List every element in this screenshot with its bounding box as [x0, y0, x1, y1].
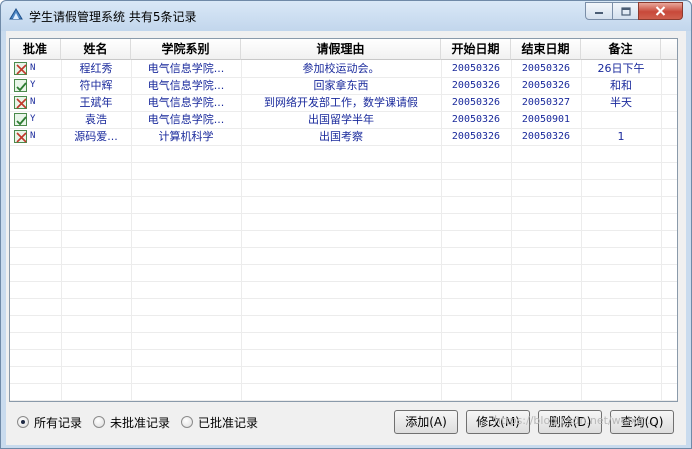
department-cell: 电气信息学院...: [147, 113, 225, 126]
checkbox-rejected-icon[interactable]: [14, 62, 27, 75]
grid-row-line: [10, 213, 677, 214]
reason-cell: 回家拿东西: [313, 79, 369, 92]
table-header: 批准 姓名 学院系别 请假理由 开始日期 结束日期 备注: [10, 39, 677, 60]
name-cell: 王斌年: [79, 96, 113, 109]
approve-status: Y: [30, 114, 36, 124]
grid-row-line: [10, 179, 677, 180]
radio-unselected-icon[interactable]: [93, 416, 105, 428]
approve-cell[interactable]: Y: [10, 77, 61, 94]
grid-row-line: [10, 281, 677, 282]
table-row[interactable]: N 程红秀 电气信息学院... 参加校运动会。 20050326 2005032…: [10, 60, 677, 77]
grid-row-line: [10, 400, 677, 401]
column-header-approve[interactable]: 批准: [10, 39, 61, 60]
reason-cell: 参加校运动会。: [302, 62, 380, 75]
reason-cell: 出国考察: [319, 130, 363, 143]
start-date-cell: 20050326: [451, 97, 501, 108]
column-header-name[interactable]: 姓名: [61, 39, 131, 60]
maximize-icon: [620, 6, 631, 16]
start-date-cell: 20050326: [451, 131, 501, 142]
grid-row-line: [10, 196, 677, 197]
add-button[interactable]: 添加(A): [394, 410, 458, 434]
start-date-cell: 20050326: [451, 63, 501, 74]
column-header-start-date[interactable]: 开始日期: [441, 39, 511, 60]
column-header-end-date[interactable]: 结束日期: [511, 39, 581, 60]
name-cell: 袁浩: [85, 113, 107, 126]
grid-row-line: [10, 298, 677, 299]
grid-row-line: [10, 383, 677, 384]
start-date-cell: 20050326: [451, 80, 501, 91]
note-cell: 半天: [610, 96, 632, 109]
start-date-cell: 20050326: [451, 114, 501, 125]
end-date-cell: 20050326: [521, 63, 571, 74]
close-icon: [655, 6, 666, 16]
department-cell: 电气信息学院...: [147, 62, 225, 75]
filter-approved-records[interactable]: 已批准记录: [181, 412, 258, 432]
minimize-button[interactable]: [585, 2, 613, 20]
window-title: 学生请假管理系统 共有5条记录: [29, 10, 197, 24]
approve-cell[interactable]: N: [10, 60, 61, 77]
department-cell: 电气信息学院...: [147, 96, 225, 109]
filter-approved-label: 已批准记录: [198, 415, 259, 430]
approve-cell[interactable]: N: [10, 94, 61, 111]
filter-unapproved-records[interactable]: 未批准记录: [93, 412, 170, 432]
app-window: 学生请假管理系统 共有5条记录 批准 姓名 学院系别 请假理由 开始日期 结束日…: [0, 0, 692, 449]
table-row[interactable]: Y 符中辉 电气信息学院... 回家拿东西 20050326 20050326 …: [10, 77, 677, 94]
end-date-cell: 20050901: [521, 114, 571, 125]
note-cell: 和和: [610, 79, 632, 92]
filter-unapproved-label: 未批准记录: [110, 415, 171, 430]
grid-row-line: [10, 162, 677, 163]
approve-status: Y: [30, 80, 36, 90]
radio-selected-icon[interactable]: [17, 416, 29, 428]
student-app-icon: [9, 8, 23, 20]
name-cell: 源码爱...: [74, 130, 118, 143]
reason-cell: 到网络开发部工作，数学课请假: [264, 96, 418, 109]
grid-row-line: [10, 366, 677, 367]
column-header-department[interactable]: 学院系别: [131, 39, 241, 60]
close-button[interactable]: [638, 2, 683, 20]
grid-row-line: [10, 264, 677, 265]
minimize-icon: [595, 12, 603, 14]
checkbox-approved-icon[interactable]: [14, 79, 27, 92]
filter-all-records[interactable]: 所有记录: [17, 412, 82, 432]
department-cell: 计算机科学: [158, 130, 214, 143]
column-header-filler: [661, 39, 677, 60]
grid-row-line: [10, 247, 677, 248]
grid-row-line: [10, 230, 677, 231]
end-date-cell: 20050326: [521, 80, 571, 91]
name-cell: 符中辉: [79, 79, 113, 92]
note-cell: [581, 111, 661, 128]
reason-cell: 出国留学半年: [308, 113, 374, 126]
table-row[interactable]: N 王斌年 电气信息学院... 到网络开发部工作，数学课请假 20050326 …: [10, 94, 677, 111]
note-cell: 26日下午: [597, 62, 645, 75]
approve-cell[interactable]: Y: [10, 111, 61, 128]
note-cell: 1: [617, 130, 625, 143]
grid-row-line: [10, 315, 677, 316]
radio-unselected-icon[interactable]: [181, 416, 193, 428]
table-row[interactable]: Y 袁浩 电气信息学院... 出国留学半年 20050326 20050901: [10, 111, 677, 128]
grid-row-line: [10, 349, 677, 350]
approve-status: N: [30, 131, 36, 141]
window-client-area: 批准 姓名 学院系别 请假理由 开始日期 结束日期 备注 N 程红秀 电气信息学…: [6, 31, 686, 445]
filter-all-label: 所有记录: [34, 415, 83, 430]
department-cell: 电气信息学院...: [147, 79, 225, 92]
end-date-cell: 20050327: [521, 97, 571, 108]
checkbox-rejected-icon[interactable]: [14, 130, 27, 143]
approve-status: N: [30, 63, 36, 73]
checkbox-rejected-icon[interactable]: [14, 96, 27, 109]
approve-status: N: [30, 97, 36, 107]
title-bar[interactable]: 学生请假管理系统 共有5条记录: [1, 1, 691, 31]
grid-row-line: [10, 332, 677, 333]
checkbox-approved-icon[interactable]: [14, 113, 27, 126]
end-date-cell: 20050326: [521, 131, 571, 142]
column-header-reason[interactable]: 请假理由: [241, 39, 441, 60]
maximize-button[interactable]: [612, 2, 639, 20]
watermark-text: https://blog.csdn.net/weixin...: [494, 414, 658, 427]
records-table[interactable]: 批准 姓名 学院系别 请假理由 开始日期 结束日期 备注 N 程红秀 电气信息学…: [9, 38, 678, 402]
column-header-note[interactable]: 备注: [581, 39, 661, 60]
grid-row-line: [10, 145, 677, 146]
table-row[interactable]: N 源码爱... 计算机科学 出国考察 20050326 20050326 1: [10, 128, 677, 145]
name-cell: 程红秀: [79, 62, 113, 75]
approve-cell[interactable]: N: [10, 128, 61, 145]
